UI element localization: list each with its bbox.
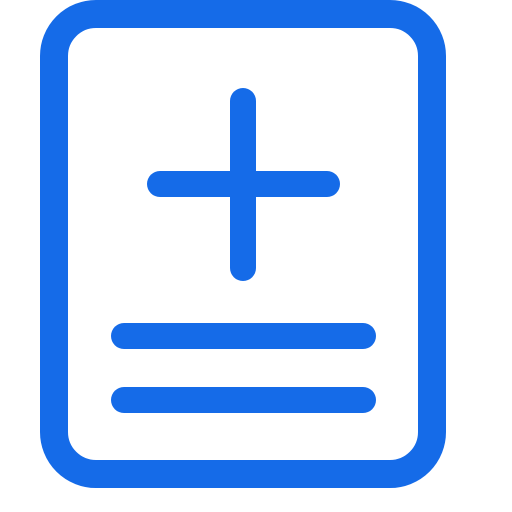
document-add-icon [40,0,446,488]
icon-canvas [0,0,512,512]
